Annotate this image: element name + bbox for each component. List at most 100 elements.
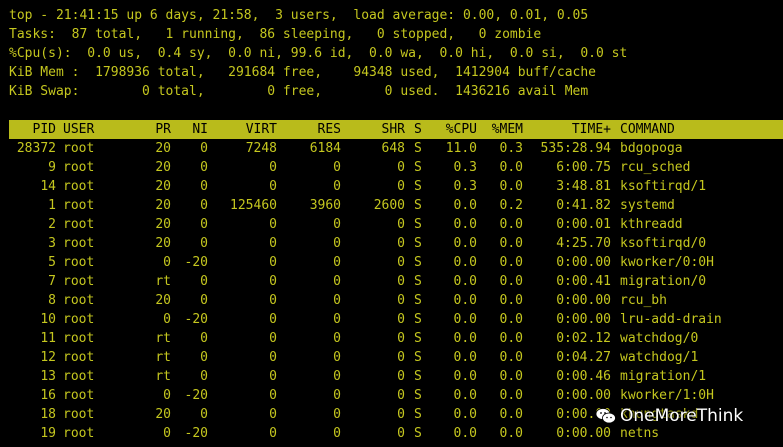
cell-shr: 2600 <box>373 198 405 213</box>
cell-pr: 20 <box>155 293 171 308</box>
cell-cpu: 0.0 <box>453 236 477 251</box>
cell-pid: 9 <box>48 160 56 175</box>
cell-state: S <box>414 350 422 365</box>
cell-time: 0:00.00 <box>556 255 611 270</box>
cell-ni: 0 <box>200 141 208 156</box>
cell-command: kworker/0:0H <box>620 255 714 270</box>
cell-state: S <box>414 217 422 232</box>
cell-time: 535:28.94 <box>540 141 611 156</box>
cell-virt: 0 <box>269 331 277 346</box>
cell-user: root <box>63 274 95 289</box>
cell-virt: 0 <box>269 407 277 422</box>
cell-state: S <box>414 369 422 384</box>
cell-virt: 0 <box>269 274 277 289</box>
mem-line: KiB Mem : 1798936 total, 291684 free, 94… <box>9 65 596 80</box>
table-row: 7 root rt 0 0 0 0 S 0.0 0.0 0:00.41 migration/0 <box>9 272 783 291</box>
cell-pr: 0 <box>163 255 171 270</box>
header-command: COMMAND <box>620 122 675 137</box>
cell-pid: 10 <box>40 312 56 327</box>
cell-time: 3:48.81 <box>556 179 611 194</box>
swap-line: KiB Swap: 0 total, 0 free, 0 used. 14362… <box>9 84 589 99</box>
wechat-icon <box>595 407 617 425</box>
cell-virt: 0 <box>269 293 277 308</box>
cell-res: 0 <box>333 160 341 175</box>
cell-shr: 0 <box>397 236 405 251</box>
cell-command: rcu_sched <box>620 160 691 175</box>
cell-time: 0:04.27 <box>556 350 611 365</box>
cell-command: rcu_bh <box>620 293 667 308</box>
table-row: 11 root rt 0 0 0 0 S 0.0 0.0 0:02.12 watchdog/0 <box>9 329 783 348</box>
cell-shr: 0 <box>397 426 405 441</box>
cell-state: S <box>414 274 422 289</box>
cell-ni: 0 <box>200 179 208 194</box>
cell-pid: 3 <box>48 236 56 251</box>
cell-cpu: 0.0 <box>453 388 477 403</box>
cell-state: S <box>414 160 422 175</box>
table-row: 10 root 0 -20 0 0 0 S 0.0 0.0 0:00.00 lru-add-drain <box>9 310 783 329</box>
cell-state: S <box>414 255 422 270</box>
cell-command: watchdog/0 <box>620 331 699 346</box>
cell-user: root <box>63 160 95 175</box>
cell-pr: 20 <box>155 141 171 156</box>
header-cpu: %CPU <box>445 122 477 137</box>
cell-pid: 2 <box>48 217 56 232</box>
cell-ni: 0 <box>200 160 208 175</box>
cell-res: 0 <box>333 255 341 270</box>
cell-command: lru-add-drain <box>620 312 722 327</box>
table-row: 5 root 0 -20 0 0 0 S 0.0 0.0 0:00.00 kworker/0:0H <box>9 253 783 272</box>
header-shr: SHR <box>381 122 405 137</box>
cell-shr: 0 <box>397 331 405 346</box>
cell-pr: 20 <box>155 179 171 194</box>
cell-time: 0:41.82 <box>556 198 611 213</box>
cell-cpu: 11.0 <box>445 141 477 156</box>
table-row: 13 root rt 0 0 0 0 S 0.0 0.0 0:00.46 migration/1 <box>9 367 783 386</box>
cell-cpu: 0.3 <box>453 160 477 175</box>
table-row: 1 root 20 0 125460 3960 2600 S 0.0 0.2 0:41.82 syst… <box>9 196 783 215</box>
cell-user: root <box>63 217 95 232</box>
table-row: 8 root 20 0 0 0 0 S 0.0 0.0 0:00.00 rcu_bh <box>9 291 783 310</box>
cell-virt: 0 <box>269 426 277 441</box>
cell-shr: 0 <box>397 160 405 175</box>
cell-shr: 0 <box>397 179 405 194</box>
cell-cpu: 0.3 <box>453 179 477 194</box>
cell-state: S <box>414 331 422 346</box>
cell-cpu: 0.0 <box>453 255 477 270</box>
cell-pid: 1 <box>48 198 56 213</box>
cell-cpu: 0.0 <box>453 350 477 365</box>
cell-ni: -20 <box>184 388 208 403</box>
cell-virt: 125460 <box>230 198 277 213</box>
terminal-window[interactable]: top - 21:41:15 up 6 days, 21:58, 3 users… <box>0 0 783 447</box>
cell-virt: 0 <box>269 236 277 251</box>
cell-ni: 0 <box>200 217 208 232</box>
header-state: S <box>414 122 422 137</box>
cell-mem: 0.0 <box>499 236 523 251</box>
cell-ni: 0 <box>200 331 208 346</box>
cell-ni: 0 <box>200 293 208 308</box>
cell-res: 0 <box>333 293 341 308</box>
cell-user: root <box>63 331 95 346</box>
cell-command: ksoftirqd/1 <box>620 179 707 194</box>
cell-shr: 0 <box>397 388 405 403</box>
cell-state: S <box>414 426 422 441</box>
header-res: RES <box>317 122 341 137</box>
table-row: 3 root 20 0 0 0 0 S 0.0 0.0 4:25.70 ksoftirqd/0 <box>9 234 783 253</box>
cell-command: migration/0 <box>620 274 707 289</box>
header-pr: PR <box>155 122 171 137</box>
cell-cpu: 0.0 <box>453 369 477 384</box>
cell-ni: -20 <box>184 312 208 327</box>
cpu-line: %Cpu(s): 0.0 us, 0.4 sy, 0.0 ni, 99.6 id… <box>9 46 628 61</box>
cell-user: root <box>63 293 95 308</box>
cell-ni: 0 <box>200 369 208 384</box>
cell-cpu: 0.0 <box>453 274 477 289</box>
cell-pid: 14 <box>40 179 56 194</box>
cell-res: 0 <box>333 388 341 403</box>
cell-res: 0 <box>333 407 341 422</box>
cell-shr: 0 <box>397 293 405 308</box>
cell-virt: 0 <box>269 312 277 327</box>
cell-time: 0:00.46 <box>556 369 611 384</box>
cell-cpu: 0.0 <box>453 293 477 308</box>
cell-ni: -20 <box>184 255 208 270</box>
header-ni: NI <box>192 122 208 137</box>
cell-time: 0:00.41 <box>556 274 611 289</box>
cell-virt: 7248 <box>245 141 277 156</box>
